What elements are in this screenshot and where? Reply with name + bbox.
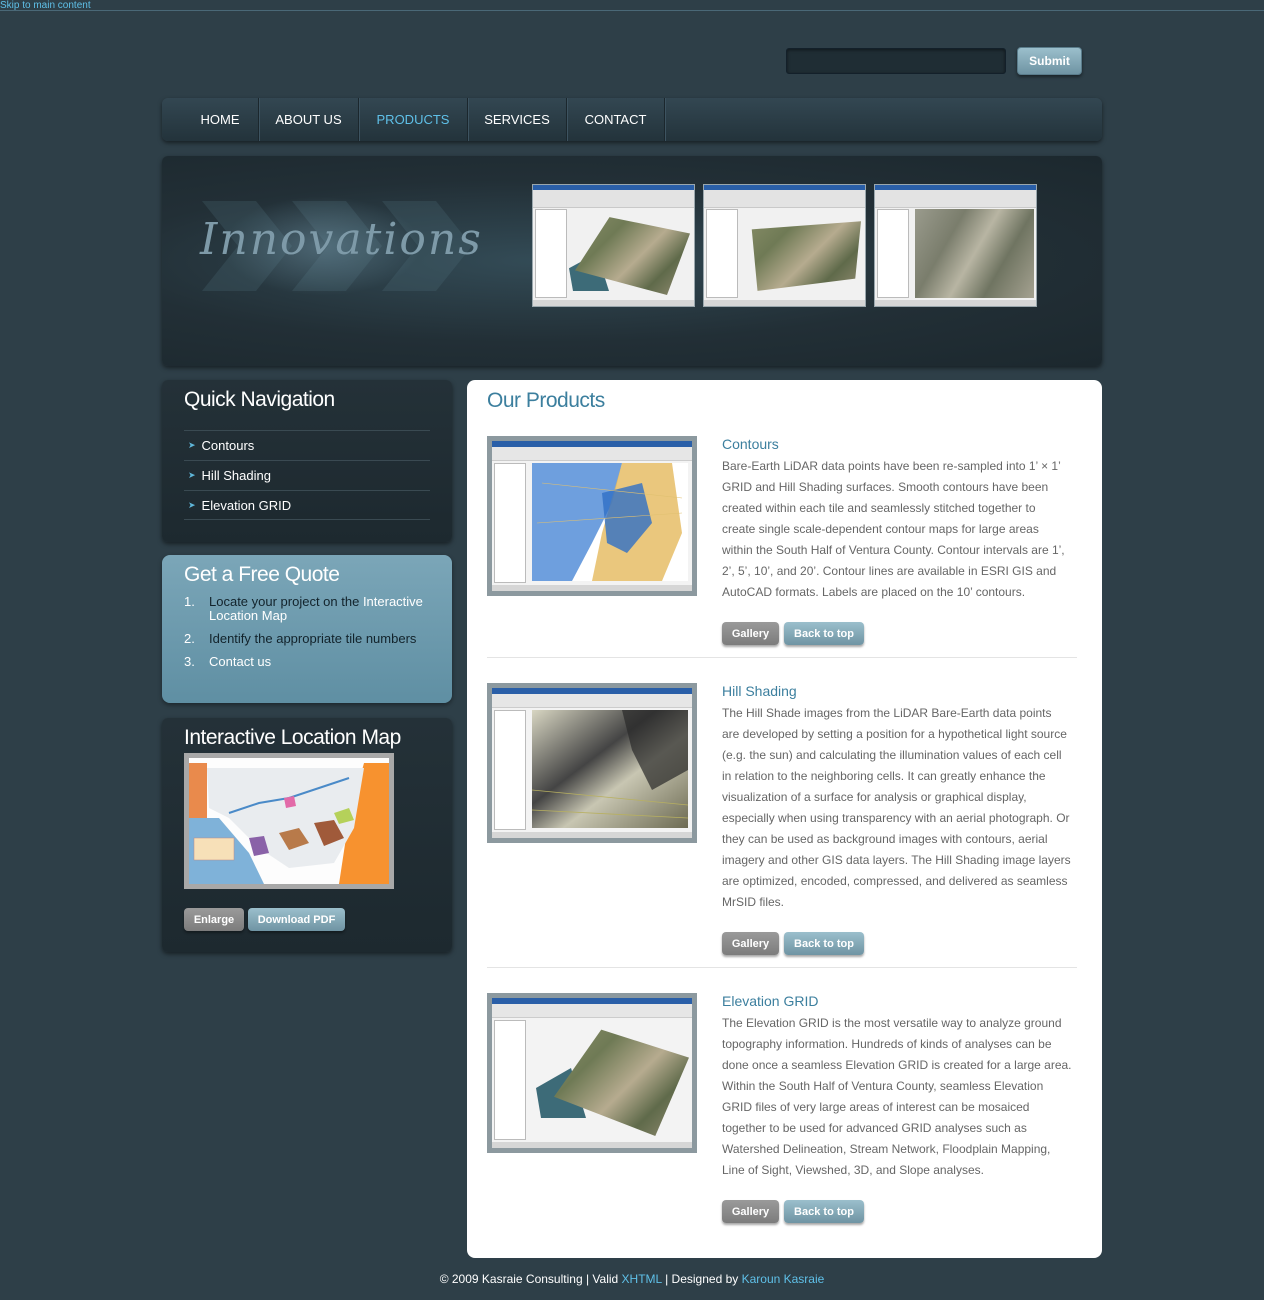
- location-map-panel: Interactive Location Map Enlarge Downloa…: [162, 718, 452, 952]
- quick-navigation-panel: Quick Navigation ➤ Contours ➤ Hill Shading…: [162, 380, 452, 542]
- product-title: Contours: [722, 436, 779, 452]
- search-input[interactable]: [786, 48, 1006, 74]
- enlarge-map-button[interactable]: Enlarge: [184, 908, 244, 931]
- quick-navigation-title: Quick Navigation: [184, 388, 335, 411]
- arrow-icon: ➤: [188, 440, 196, 450]
- nav-contact[interactable]: CONTACT: [567, 98, 665, 141]
- designer-link[interactable]: Karoun Kasraie: [742, 1272, 825, 1286]
- products-title: Our Products: [487, 389, 605, 412]
- banner-title: Innovations: [200, 214, 483, 265]
- footer: © 2009 Kasraie Consulting | Valid XHTML …: [439, 1272, 825, 1286]
- main-navigation: HOME ABOUT US PRODUCTS SERVICES CONTACT: [162, 98, 1102, 141]
- free-quote-title: Get a Free Quote: [184, 563, 340, 586]
- quick-nav-item[interactable]: ➤ Contours: [184, 430, 430, 460]
- products-content: Our Products Contours Bare-Earth LiDAR d…: [467, 380, 1102, 1258]
- back-to-top-button[interactable]: Back to top: [784, 1200, 864, 1223]
- quote-step: 3. Contact us: [184, 654, 272, 669]
- product-description: The Elevation GRID is the most versatile…: [722, 1016, 1072, 1177]
- product-description: The Hill Shade images from the LiDAR Bar…: [722, 706, 1071, 909]
- divider: [487, 657, 1077, 658]
- skip-to-content-link[interactable]: Skip to main content: [0, 0, 1264, 11]
- gallery-button[interactable]: Gallery: [722, 622, 779, 645]
- nav-products[interactable]: PRODUCTS: [359, 98, 468, 141]
- product-title: Hill Shading: [722, 683, 797, 699]
- xhtml-link[interactable]: XHTML: [622, 1272, 662, 1286]
- product-contours: Contours Bare-Earth LiDAR data points ha…: [487, 436, 1077, 656]
- product-image[interactable]: [487, 993, 697, 1153]
- hero-banner: Innovations: [162, 156, 1102, 366]
- quote-step: 2. Identify the appropriate tile numbers: [184, 631, 417, 646]
- divider: [487, 967, 1077, 968]
- location-map-image[interactable]: [184, 753, 394, 889]
- nav-home[interactable]: HOME: [182, 98, 259, 141]
- contact-us-link[interactable]: Contact us: [209, 655, 271, 669]
- product-title: Elevation GRID: [722, 993, 819, 1009]
- quote-step: 1. Locate your project on the Interactiv…: [184, 594, 423, 623]
- download-pdf-button[interactable]: Download PDF: [248, 908, 345, 931]
- quick-nav-item[interactable]: ➤ Elevation GRID: [184, 490, 430, 520]
- arrow-icon: ➤: [188, 470, 196, 480]
- banner-screenshot: [874, 184, 1037, 307]
- free-quote-panel: Get a Free Quote 1. Locate your project …: [162, 555, 452, 703]
- quick-nav-item[interactable]: ➤ Hill Shading: [184, 460, 430, 490]
- arrow-icon: ➤: [188, 499, 196, 510]
- back-to-top-button[interactable]: Back to top: [784, 622, 864, 645]
- gallery-button[interactable]: Gallery: [722, 932, 779, 955]
- banner-screenshot: [532, 184, 695, 307]
- search-submit-button[interactable]: Submit: [1017, 47, 1082, 75]
- product-elevation-grid: Elevation GRID The Elevation GRID is the…: [487, 993, 1077, 1233]
- product-image[interactable]: [487, 683, 697, 843]
- gallery-button[interactable]: Gallery: [722, 1200, 779, 1223]
- product-description: Bare-Earth LiDAR data points have been r…: [722, 459, 1065, 599]
- location-map-title: Interactive Location Map: [184, 726, 401, 749]
- nav-services[interactable]: SERVICES: [468, 98, 567, 141]
- nav-about-us[interactable]: ABOUT US: [259, 98, 359, 141]
- product-hill-shading: Hill Shading The Hill Shade images from …: [487, 683, 1077, 955]
- product-image[interactable]: [487, 436, 697, 596]
- back-to-top-button[interactable]: Back to top: [784, 932, 864, 955]
- banner-screenshot: [703, 184, 866, 307]
